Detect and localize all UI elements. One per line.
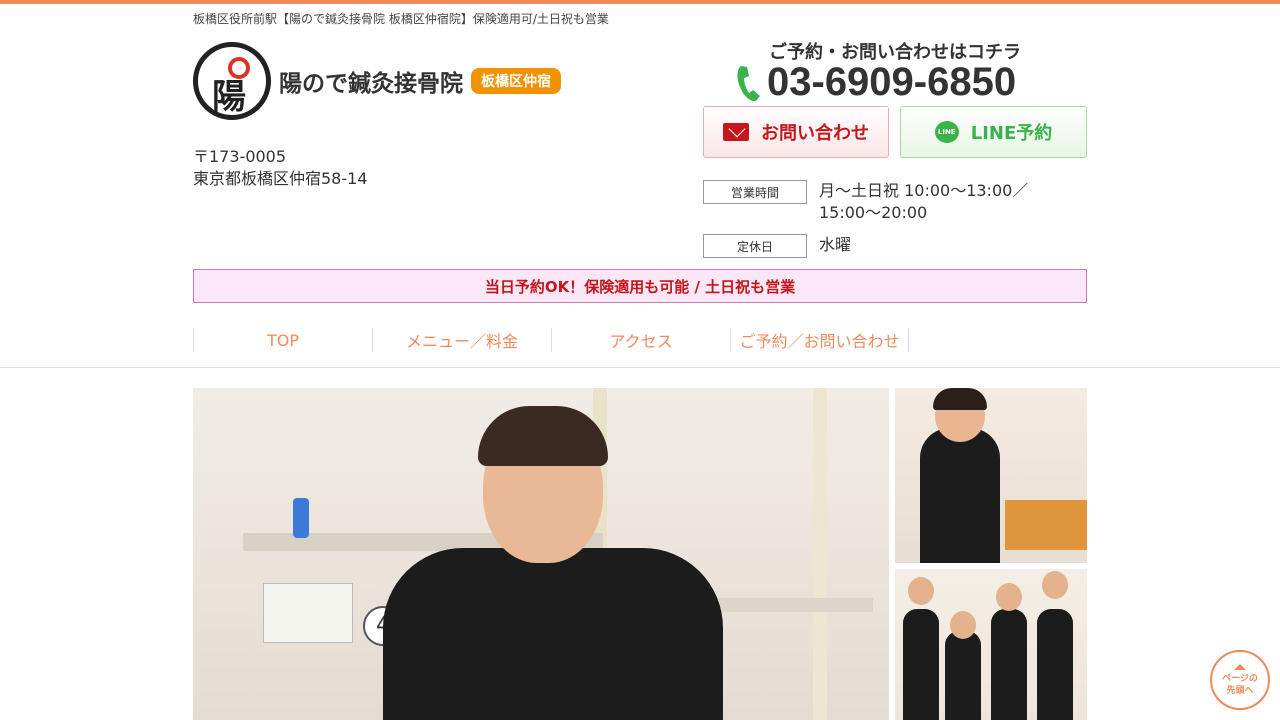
postal-code: 〒173-0005 [193,147,287,166]
line-button-label: LINE予約 [970,123,1053,144]
phone-link[interactable]: 03-6909-6850 [735,60,1016,105]
phone-icon [735,63,763,103]
street-address: 東京都板橋区仲宿58-14 [193,169,368,188]
hero-image: 4 [193,388,889,720]
closed-day-row: 定休日 水曜 [703,234,1079,258]
phone-number: 03-6909-6850 [767,60,1017,104]
arrow-up-icon [1234,663,1246,670]
notice-banner: 当日予約OK！保険適用も可能 / 土日祝も営業 [193,269,1087,303]
nav-item-reservation[interactable]: ご予約／お問い合わせ [730,328,909,352]
logo-text: 陽ので鍼灸接骨院 [279,71,463,97]
treatment-thumbnail [895,388,1087,563]
site-tagline: 板橋区役所前駅【陽ので鍼灸接骨院 板橋区仲宿院】保険適用可/土日祝も営業 [193,12,609,26]
nav-divider [0,367,1280,368]
hours-label: 営業時間 [703,180,807,204]
staff-thumbnail [895,569,1087,720]
line-reserve-button[interactable]: LINE LINE予約 [900,106,1087,158]
hours-value: 月〜土日祝 10:00〜13:00／15:00〜20:00 [819,181,1029,222]
closed-day-value: 水曜 [819,235,852,254]
nav-item-menu-price[interactable]: メニュー／料金 [372,328,551,352]
page-top-label-2: 先頭へ [1226,685,1254,696]
branch-badge: 板橋区仲宿 [471,68,561,94]
logo-mark-icon: 陽 [193,42,271,120]
hours-row: 営業時間 月〜土日祝 10:00〜13:00／15:00〜20:00 [703,180,1079,224]
page-top-button[interactable]: ページの 先頭へ [1210,650,1270,710]
mail-button-label: お問い合わせ [761,123,869,144]
site-logo[interactable]: 陽 陽ので鍼灸接骨院 板橋区仲宿 [193,42,561,120]
line-icon: LINE [934,121,959,143]
contact-mail-button[interactable]: お問い合わせ [703,106,889,158]
top-accent-bar [0,0,1280,4]
closed-day-label: 定休日 [703,234,807,258]
clinic-address: 〒173-0005 東京都板橋区仲宿58-14 [193,146,368,190]
mail-icon [723,123,749,141]
nav-item-top[interactable]: TOP [193,328,372,352]
nav-item-access[interactable]: アクセス [551,328,730,352]
global-nav: TOP メニュー／料金 アクセス ご予約／お問い合わせ [193,328,909,352]
page-top-label-1: ページの [1222,673,1258,684]
